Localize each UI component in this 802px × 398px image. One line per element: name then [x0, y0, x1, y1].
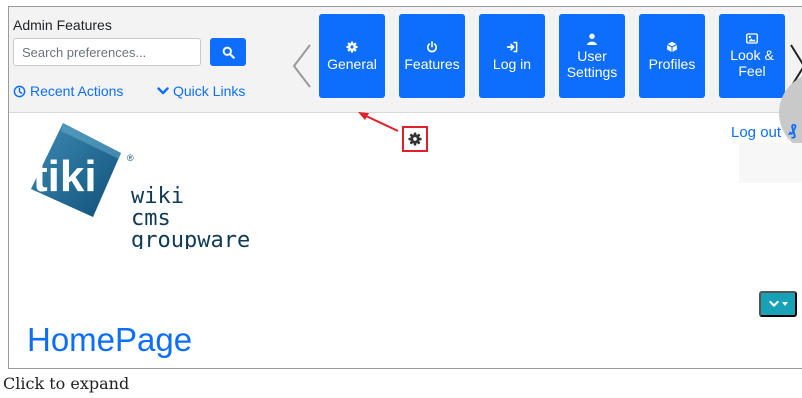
quick-links-label: Quick Links [173, 83, 246, 99]
image-icon [746, 33, 758, 44]
recent-actions-link[interactable]: Recent Actions [13, 83, 123, 99]
screenshot-frame: Admin Features Recent Actions Quick Link… [8, 6, 802, 369]
feature-general-label: General [327, 55, 377, 72]
chevron-down-icon [768, 300, 779, 307]
admin-features-title: Admin Features [13, 17, 112, 33]
sign-in-icon [506, 41, 517, 52]
expand-caption[interactable]: Click to expand [3, 374, 129, 393]
feature-look-and-feel-button[interactable]: Look & Feel [719, 14, 785, 98]
chevron-down-icon [157, 87, 169, 95]
feature-features-button[interactable]: Features [399, 14, 465, 98]
settings-gear-button[interactable] [402, 126, 428, 152]
cube-icon [666, 41, 678, 52]
feature-look-and-feel-label: Look & Feel [730, 47, 774, 79]
power-icon [427, 40, 437, 52]
tiki-logo: tiki ® wiki cms groupware [31, 123, 250, 249]
gear-icon [346, 40, 358, 53]
quick-links-toggle[interactable]: Quick Links [157, 83, 245, 99]
gear-icon [408, 132, 422, 146]
feature-general-button[interactable]: General [319, 14, 385, 98]
feature-profiles-label: Profiles [648, 55, 696, 72]
decorative-shade [739, 143, 802, 183]
carousel-prev-icon[interactable] [291, 43, 313, 89]
logo-groupware: groupware [131, 228, 250, 249]
svg-text:®: ® [127, 153, 134, 163]
feature-features-label: Features [404, 55, 460, 72]
search-icon [222, 46, 235, 59]
feature-login-button[interactable]: Log in [479, 14, 545, 98]
feature-profiles-button[interactable]: Profiles [639, 14, 705, 98]
logo-brand: tiki [33, 152, 97, 201]
caret-down-icon [781, 302, 788, 306]
search-button[interactable] [210, 38, 246, 66]
page-content: Log out ₰ tiki ® wiki cms groupware Home… [9, 73, 802, 368]
sign-out-icon[interactable]: ₰ [788, 122, 797, 140]
logout-link[interactable]: Log out [731, 124, 781, 141]
search-preferences-input[interactable] [13, 38, 201, 66]
feature-user-settings-label: User Settings [566, 47, 618, 80]
feature-login-label: Log in [492, 55, 532, 72]
recent-actions-label: Recent Actions [30, 83, 124, 99]
page-title: HomePage [27, 321, 193, 358]
page-actions-dropdown-button[interactable] [759, 291, 797, 317]
history-icon [13, 85, 26, 97]
admin-toolbar: Admin Features Recent Actions Quick Link… [9, 7, 802, 113]
feature-user-settings-button[interactable]: User Settings [559, 14, 625, 98]
annotation-arrow-icon [358, 112, 399, 132]
user-icon [587, 33, 597, 45]
